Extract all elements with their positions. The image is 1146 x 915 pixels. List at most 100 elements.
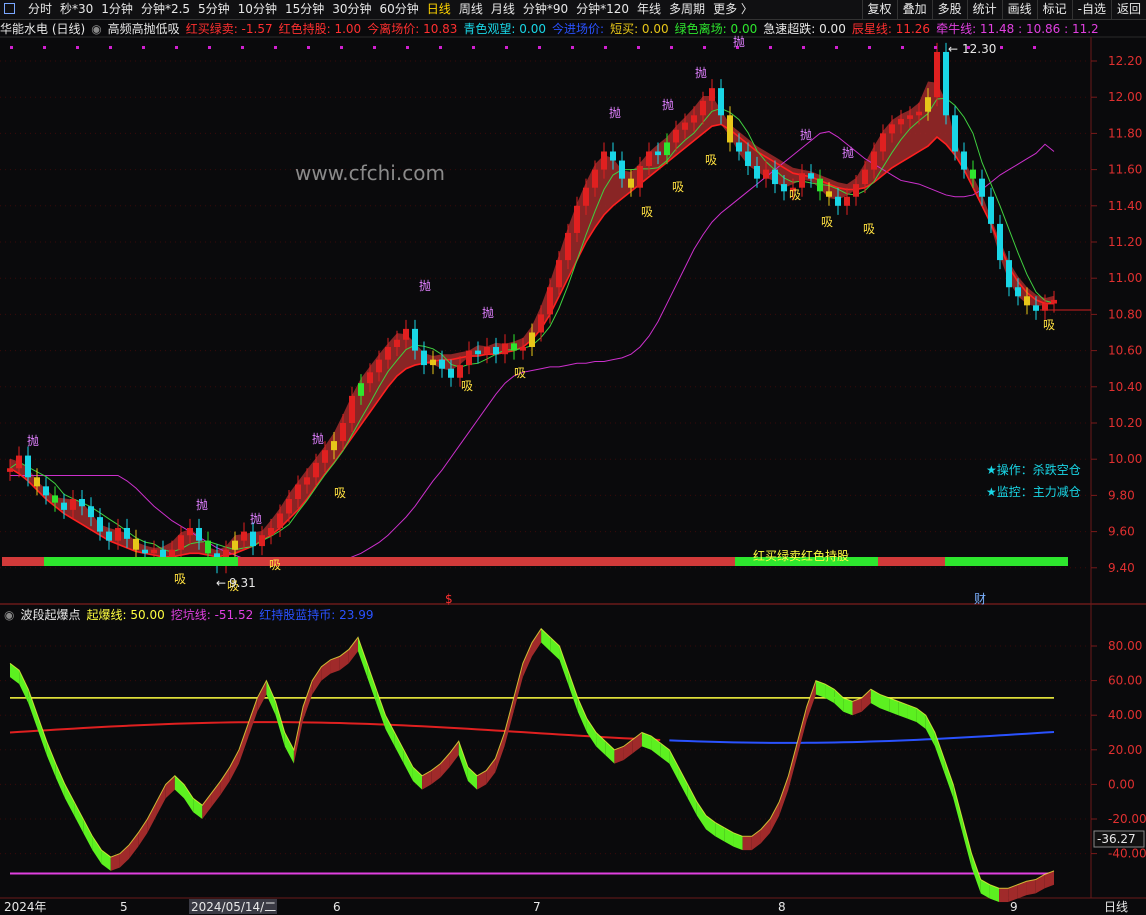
candle-body[interactable] bbox=[79, 499, 85, 507]
candle-body[interactable] bbox=[475, 350, 481, 355]
candle-body[interactable] bbox=[583, 187, 589, 206]
candle-body[interactable] bbox=[853, 184, 859, 197]
buy-signal-mark[interactable]: 吸 bbox=[1043, 318, 1055, 332]
candle-body[interactable] bbox=[637, 165, 643, 188]
event-marker-s[interactable]: $ bbox=[445, 592, 453, 606]
candle-body[interactable] bbox=[304, 477, 310, 485]
candle-body[interactable] bbox=[610, 151, 616, 161]
candle-body[interactable] bbox=[961, 151, 967, 170]
candle-body[interactable] bbox=[745, 151, 751, 166]
candle-body[interactable] bbox=[376, 359, 382, 373]
sell-signal-mark[interactable]: 抛 bbox=[250, 511, 262, 526]
candle-body[interactable] bbox=[367, 372, 373, 384]
candle-body[interactable] bbox=[943, 51, 949, 116]
candle-body[interactable] bbox=[34, 477, 40, 487]
candle-body[interactable] bbox=[7, 468, 13, 472]
candle-body[interactable] bbox=[835, 196, 841, 206]
buy-signal-mark[interactable]: 吸 bbox=[672, 180, 684, 194]
candle-body[interactable] bbox=[826, 191, 832, 197]
candle-body[interactable] bbox=[403, 328, 409, 340]
candle-body[interactable] bbox=[574, 205, 580, 233]
sell-signal-mark[interactable]: 抛 bbox=[695, 65, 707, 80]
candle-body[interactable] bbox=[88, 506, 94, 518]
main-chart-panel[interactable]: 抛抛抛抛抛抛抛抛抛抛抛抛吸 吸吸吸吸吸吸吸吸吸吸 吸吸 bbox=[2, 34, 1091, 593]
candle-body[interactable] bbox=[979, 178, 985, 197]
candle-body[interactable] bbox=[43, 486, 49, 496]
sub-chart-panel[interactable] bbox=[9, 627, 1055, 903]
candle-body[interactable] bbox=[115, 527, 121, 541]
candle-body[interactable] bbox=[205, 540, 211, 554]
candle-body[interactable] bbox=[619, 160, 625, 179]
candle-body[interactable] bbox=[628, 178, 634, 188]
candle-body[interactable] bbox=[808, 173, 814, 179]
candle-body[interactable] bbox=[565, 232, 571, 261]
candle-body[interactable] bbox=[763, 169, 769, 179]
candle-body[interactable] bbox=[1024, 296, 1030, 306]
candle-body[interactable] bbox=[430, 359, 436, 366]
candle-body[interactable] bbox=[817, 178, 823, 192]
candle-body[interactable] bbox=[142, 549, 148, 554]
candle-body[interactable] bbox=[160, 549, 166, 557]
buy-signal-mark[interactable]: 吸 bbox=[705, 153, 717, 167]
candle-body[interactable] bbox=[898, 118, 904, 125]
candle-body[interactable] bbox=[538, 314, 544, 333]
candle-body[interactable] bbox=[412, 328, 418, 351]
stock-chart[interactable]: 12.20 12.00 11.80 11.60 11.40 11.20 11.00 10.80… bbox=[0, 0, 1146, 915]
candle-body[interactable] bbox=[349, 395, 355, 423]
candle-body[interactable] bbox=[889, 124, 895, 134]
candle-body[interactable] bbox=[151, 549, 157, 554]
candle-body[interactable] bbox=[691, 115, 697, 123]
candle-body[interactable] bbox=[484, 346, 490, 355]
buy-signal-mark[interactable]: 吸 bbox=[514, 366, 526, 380]
candle-body[interactable] bbox=[601, 151, 607, 170]
candle-body[interactable] bbox=[718, 88, 724, 116]
candle-body[interactable] bbox=[547, 287, 553, 315]
candle-body[interactable] bbox=[682, 122, 688, 130]
candle-body[interactable] bbox=[394, 339, 400, 347]
candle-body[interactable] bbox=[988, 196, 994, 224]
sell-signal-mark[interactable]: 抛 bbox=[419, 278, 431, 293]
candle-body[interactable] bbox=[106, 531, 112, 541]
candle-body[interactable] bbox=[781, 184, 787, 192]
sell-signal-mark[interactable]: 抛 bbox=[27, 433, 39, 448]
candle-body[interactable] bbox=[178, 535, 184, 550]
candle-body[interactable] bbox=[457, 365, 463, 378]
sell-signal-mark[interactable]: 抛 bbox=[733, 34, 745, 49]
candle-body[interactable] bbox=[70, 499, 76, 510]
candle-body[interactable] bbox=[799, 173, 805, 188]
candle-body[interactable] bbox=[448, 368, 454, 378]
candle-body[interactable] bbox=[439, 359, 445, 369]
candle-body[interactable] bbox=[196, 527, 202, 541]
buy-signal-mark[interactable]: 吸 bbox=[334, 486, 346, 500]
candle-body[interactable] bbox=[340, 423, 346, 442]
candle-body[interactable] bbox=[124, 527, 130, 539]
sell-signal-mark[interactable]: 抛 bbox=[800, 127, 812, 142]
candle-body[interactable] bbox=[646, 151, 652, 166]
candle-body[interactable] bbox=[502, 343, 508, 355]
candle-body[interactable] bbox=[736, 142, 742, 152]
candle-body[interactable] bbox=[862, 169, 868, 185]
candle-body[interactable] bbox=[556, 260, 562, 288]
candle-body[interactable] bbox=[25, 455, 31, 478]
candle-body[interactable] bbox=[1015, 287, 1021, 297]
buy-signal-mark[interactable]: 吸 bbox=[641, 205, 653, 219]
sell-signal-mark[interactable]: 抛 bbox=[196, 497, 208, 512]
candle-body[interactable] bbox=[997, 223, 1003, 261]
candle-body[interactable] bbox=[286, 499, 292, 514]
candle-body[interactable] bbox=[844, 196, 850, 206]
candle-body[interactable] bbox=[754, 165, 760, 179]
candle-body[interactable] bbox=[358, 383, 364, 396]
sell-signal-mark[interactable]: 抛 bbox=[609, 105, 621, 120]
candle-body[interactable] bbox=[313, 462, 319, 478]
candle-body[interactable] bbox=[700, 100, 706, 116]
candle-body[interactable] bbox=[250, 531, 256, 547]
candle-body[interactable] bbox=[709, 88, 715, 101]
candle-body[interactable] bbox=[61, 502, 67, 510]
candle-body[interactable] bbox=[664, 142, 670, 156]
candle-body[interactable] bbox=[592, 169, 598, 188]
candle-body[interactable] bbox=[520, 346, 526, 351]
candle-body[interactable] bbox=[952, 115, 958, 152]
candle-body[interactable] bbox=[52, 495, 58, 503]
candle-body[interactable] bbox=[880, 133, 886, 152]
candle-body[interactable] bbox=[232, 540, 238, 550]
